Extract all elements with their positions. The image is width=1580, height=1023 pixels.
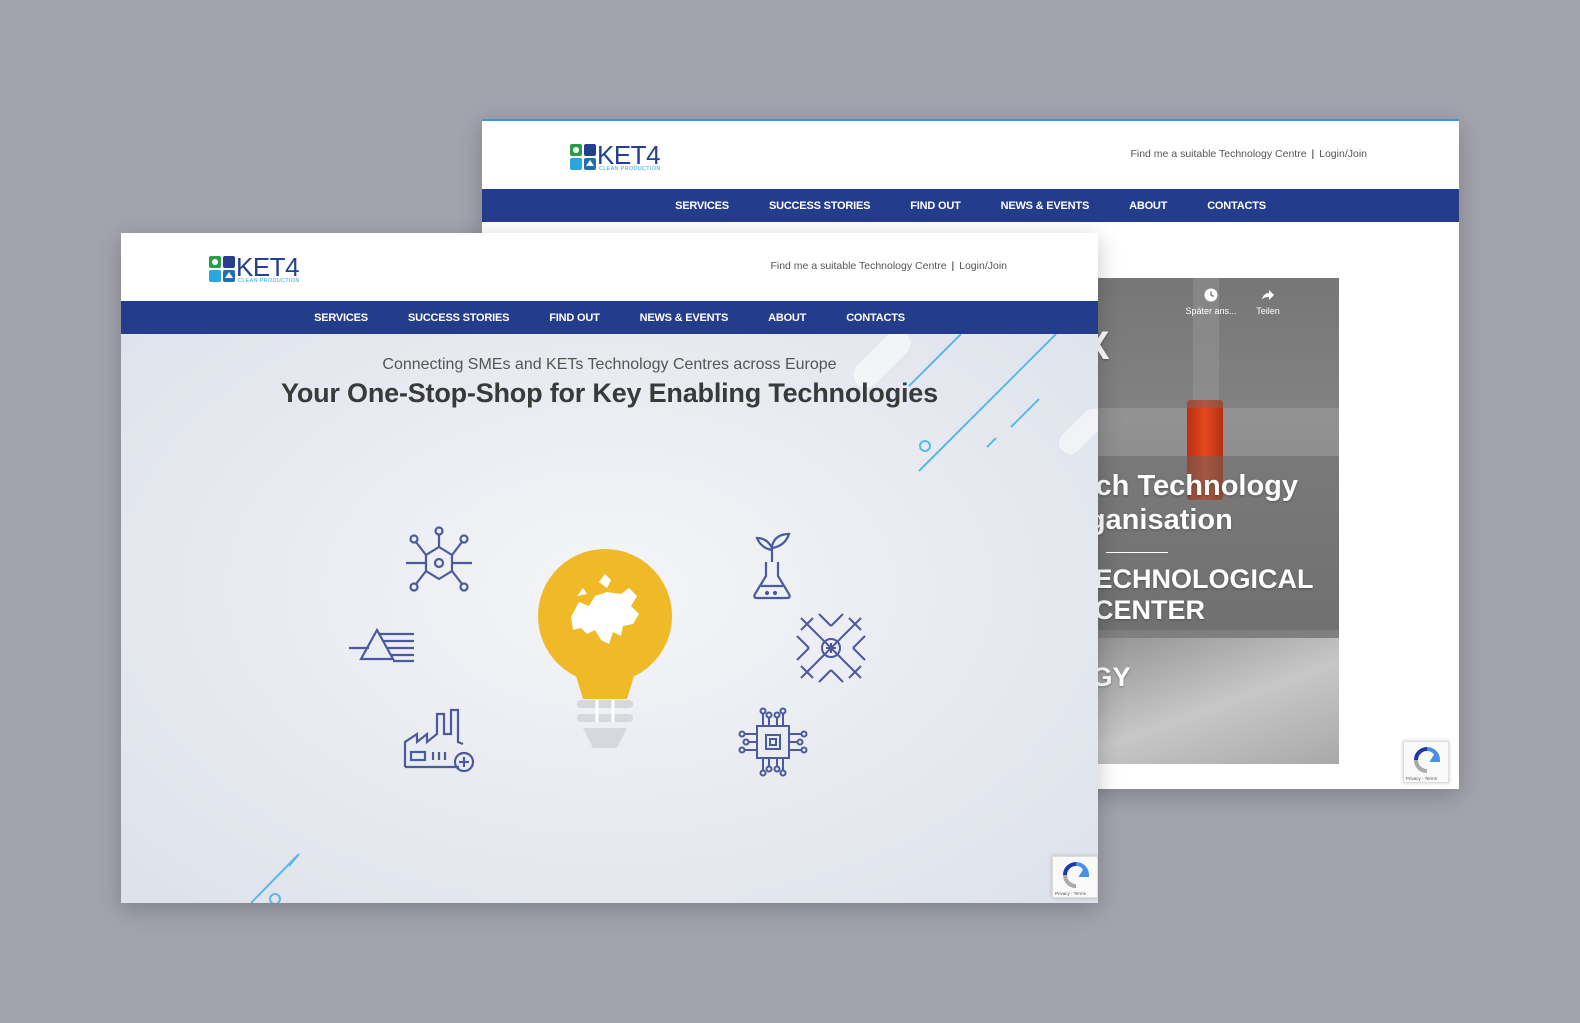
site-header: KET4 CLEAN PRODUCTION Find me a suitable… bbox=[121, 233, 1098, 301]
logo-icon bbox=[570, 144, 596, 170]
hero-headline: Your One-Stop-Shop for Key Enabling Tech… bbox=[281, 378, 938, 408]
link-separator: | bbox=[951, 260, 955, 272]
watch-later-button[interactable]: Später ans... bbox=[1181, 288, 1241, 316]
microchip-icon bbox=[738, 707, 808, 777]
recaptcha-text: Privacy - Terms bbox=[1406, 776, 1437, 781]
video-divider bbox=[1106, 552, 1168, 553]
factory-icon bbox=[403, 708, 475, 773]
logo-subtitle: CLEAN PRODUCTION bbox=[238, 278, 300, 284]
hero-tagline: Connecting SMEs and KETs Technology Cent… bbox=[382, 356, 837, 373]
main-nav: SERVICES SUCCESS STORIES FIND OUT NEWS &… bbox=[482, 189, 1459, 222]
find-centre-link[interactable]: Find me a suitable Technology Centre bbox=[770, 260, 946, 272]
recaptcha-badge[interactable]: Privacy - Terms bbox=[1052, 856, 1098, 898]
nav-news-events[interactable]: NEWS & EVENTS bbox=[1001, 200, 1090, 212]
site-logo[interactable]: KET4 CLEAN PRODUCTION bbox=[209, 253, 309, 285]
share-button[interactable]: Teilen bbox=[1238, 288, 1298, 316]
site-header: KET4 CLEAN PRODUCTION Find me a suitable… bbox=[482, 121, 1459, 189]
video-player[interactable]: AX earch Technology Organisation T TECHN… bbox=[1056, 278, 1339, 764]
login-link[interactable]: Login/Join bbox=[959, 260, 1007, 272]
nav-success-stories[interactable]: SUCCESS STORIES bbox=[408, 312, 510, 324]
logo-icon bbox=[209, 256, 235, 282]
nav-services[interactable]: SERVICES bbox=[314, 312, 368, 324]
top-links: Find me a suitable Technology Centre | L… bbox=[770, 260, 1007, 272]
site-logo[interactable]: KET4 CLEAN PRODUCTION bbox=[570, 141, 670, 173]
nav-find-out[interactable]: FIND OUT bbox=[910, 200, 961, 212]
recaptcha-icon bbox=[1414, 747, 1441, 773]
share-label: Teilen bbox=[1256, 306, 1280, 316]
nav-find-out[interactable]: FIND OUT bbox=[549, 312, 600, 324]
nav-services[interactable]: SERVICES bbox=[675, 200, 729, 212]
top-links: Find me a suitable Technology Centre | L… bbox=[1130, 148, 1367, 160]
nav-news-events[interactable]: NEWS & EVENTS bbox=[640, 312, 729, 324]
nav-contacts[interactable]: CONTACTS bbox=[846, 312, 905, 324]
front-browser-window: KET4 CLEAN PRODUCTION Find me a suitable… bbox=[121, 233, 1098, 903]
video-snow bbox=[1056, 638, 1339, 764]
nanomaterial-icon bbox=[796, 613, 866, 683]
plant-flask-icon bbox=[753, 532, 791, 600]
recaptcha-text: Privacy - Terms bbox=[1055, 891, 1086, 896]
logo-text: KET4 bbox=[236, 252, 300, 282]
recaptcha-badge[interactable]: Privacy - Terms bbox=[1403, 741, 1449, 783]
europe-lightbulb-icon bbox=[538, 549, 672, 748]
link-separator: | bbox=[1311, 148, 1315, 160]
recaptcha-icon bbox=[1063, 862, 1090, 888]
nav-about[interactable]: ABOUT bbox=[1129, 200, 1167, 212]
logo-text: KET4 bbox=[597, 140, 661, 170]
nav-success-stories[interactable]: SUCCESS STORIES bbox=[769, 200, 871, 212]
main-nav: SERVICES SUCCESS STORIES FIND OUT NEWS &… bbox=[121, 301, 1098, 334]
login-link[interactable]: Login/Join bbox=[1319, 148, 1367, 160]
clock-icon bbox=[1204, 288, 1218, 302]
prism-icon bbox=[349, 627, 414, 663]
nav-contacts[interactable]: CONTACTS bbox=[1207, 200, 1266, 212]
watch-later-label: Später ans... bbox=[1185, 306, 1237, 316]
find-centre-link[interactable]: Find me a suitable Technology Centre bbox=[1130, 148, 1306, 160]
molecule-icon bbox=[406, 526, 472, 592]
nav-about[interactable]: ABOUT bbox=[768, 312, 806, 324]
hero-section: Connecting SMEs and KETs Technology Cent… bbox=[121, 334, 1098, 903]
logo-subtitle: CLEAN PRODUCTION bbox=[599, 166, 661, 172]
video-title-5: CENTER bbox=[1094, 595, 1206, 625]
share-icon bbox=[1262, 290, 1274, 300]
hero-illustration bbox=[250, 334, 1098, 903]
